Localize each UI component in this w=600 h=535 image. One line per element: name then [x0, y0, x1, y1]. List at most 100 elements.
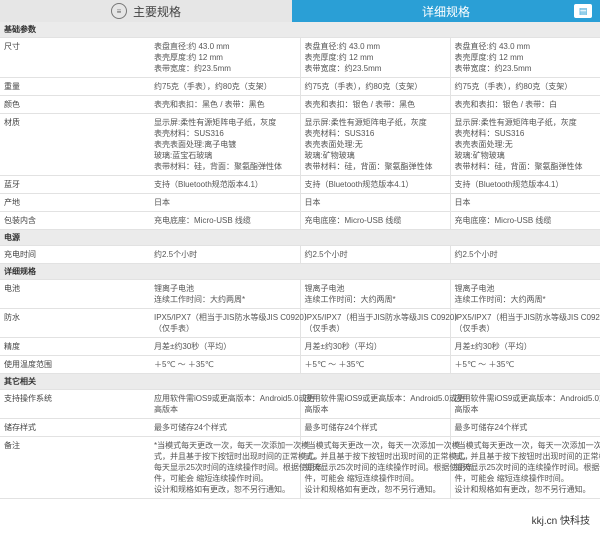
spec-value-model-2: 支持（Bluetooth规范版本4.1）	[300, 175, 451, 194]
spec-value-model-3: 支持（Bluetooth规范版本4.1）	[450, 175, 600, 194]
spec-value-line: 表壳表面处理:无	[304, 140, 363, 149]
spec-value-model-1: 表壳和表扣：黑色 / 表带：黑色	[150, 95, 301, 114]
spec-value-line: *当模式每天更改一次，每天一次添加一次模	[304, 441, 460, 450]
spec-value-line: 表壳厚度:约 12 mm	[454, 53, 524, 62]
spec-value-line: 约2.5个小时	[304, 250, 348, 259]
section-header: 其它相关	[0, 373, 600, 390]
spec-value-line: 表盘直径:约 43.0 mm	[454, 42, 531, 51]
spec-value-model-2: 最多可储存24个样式	[300, 418, 451, 437]
spec-row: 备注 *当模式每天更改一次，每天一次添加一次模 式，并且基于按下按钮时出现时间的正常…	[0, 436, 600, 499]
spec-value-model-3: 锂离子电池 连续工作时间：大约两周*	[450, 279, 600, 309]
spec-value-line: 设计和规格如有更改，恕不另行通知。	[454, 485, 591, 494]
spec-value-line: 表壳材料：SUS316	[304, 129, 375, 138]
spec-row: 尺寸 表盘直径:约 43.0 mm 表壳厚度:约 12 mm 表带宽度：约23.5mm…	[0, 37, 600, 78]
spec-value-line: 支持（Bluetooth规范版本4.1）	[304, 180, 414, 189]
spec-value-line: 锂离子电池	[454, 284, 495, 293]
spec-value-model-3: 日本	[450, 193, 600, 212]
spec-value-line: 应用软件需iOS9或更高版本：Android5.0或更	[304, 394, 465, 403]
spec-value-line: 件，可能会 缩短连续操作时间。	[154, 474, 269, 483]
spec-value-line: 约75克（手表），约80克（支架）	[154, 82, 272, 91]
spec-value-line: 式，并且基于按下按钮时出现时间的正常模式，	[454, 452, 600, 461]
tab-detail-specs[interactable]: 详细规格 ▤	[292, 0, 600, 22]
spec-value-line: 充电底座：Micro-USB 线缆	[304, 216, 402, 225]
spec-value-line: （仅手表）	[154, 324, 194, 333]
spec-label: 使用温度范围	[0, 355, 150, 374]
spec-value-model-1: IPX5/IPX7（相当于JIS防水等级JIS C0920） （仅手表）	[150, 308, 312, 338]
spec-value-model-1: 支持（Bluetooth规范版本4.1）	[150, 175, 301, 194]
tab-main-specs[interactable]: ≡ 主要规格	[0, 0, 292, 22]
spec-value-model-3: 表盘直径:约 43.0 mm 表壳厚度:约 12 mm 表带宽度：约23.5mm	[450, 37, 600, 78]
spec-value-line: 约75克（手表），约80克（支架）	[304, 82, 423, 91]
spec-value-model-3: 充电底座：Micro-USB 线缆	[450, 211, 600, 230]
section-title: 基础参数	[0, 22, 600, 38]
spec-value-line: 表壳表面处理:离子电镀	[154, 140, 237, 149]
spec-value-line: 锂离子电池	[304, 284, 345, 293]
spec-label: 备注	[0, 436, 150, 499]
spec-value-line: 表带宽度：约23.5mm	[154, 64, 231, 73]
spec-value-model-1: ＋5℃ ～ ＋35℃	[150, 355, 301, 374]
spec-row: 蓝牙 支持（Bluetooth规范版本4.1） 支持（Bluetooth规范版本4.…	[0, 175, 600, 194]
spec-value-model-2: 约2.5个小时	[300, 245, 451, 264]
spec-row: 颜色 表壳和表扣：黑色 / 表带：黑色 表壳和表扣：银色 / 表带：黑色 表壳和表扣：…	[0, 95, 600, 114]
spec-row: 材质 显示屏:柔性有源矩阵电子纸，灰度 表壳材料：SUS316 表壳表面处理:离子电镀…	[0, 113, 600, 176]
spec-value-model-2: 显示屏:柔性有源矩阵电子纸，灰度 表壳材料：SUS316 表壳表面处理:无 玻璃:矿物…	[300, 113, 451, 176]
spec-value-model-3: 最多可储存24个样式	[450, 418, 600, 437]
spec-label: 尺寸	[0, 37, 150, 78]
spec-value-model-2: 日本	[300, 193, 451, 212]
spec-value-model-2: 表盘直径:约 43.0 mm 表壳厚度:约 12 mm 表带宽度：约23.5mm	[300, 37, 451, 78]
spec-value-line: ＋5℃ ～ ＋35℃	[454, 360, 515, 369]
section-header: 电源	[0, 229, 600, 246]
spec-value-line: （仅手表）	[304, 324, 345, 333]
spec-value-line: 表带宽度：约23.5mm	[454, 64, 532, 73]
spec-value-model-2: 锂离子电池连续工作时间：大约两周*	[300, 279, 451, 309]
spec-value-line: 连续工作时间：大约两周*	[304, 295, 396, 304]
spec-row: 防水 IPX5/IPX7（相当于JIS防水等级JIS C0920） （仅手表） IPX…	[0, 308, 600, 338]
spec-value-model-3: 约75克（手表），约80克（支架）	[450, 77, 600, 96]
spec-value-line: *当模式每天更改一次，每天一次添加一次模	[154, 441, 310, 450]
spec-value-line: *当模式每天更改一次，每天一次添加一次模	[454, 441, 600, 450]
spec-label: 蓝牙	[0, 175, 150, 194]
spec-value-line: 表带材料：硅，背面：聚氨酯弹性体	[304, 162, 433, 171]
spec-value-model-2: 应用软件需iOS9或更高版本：Android5.0或更 高版本	[300, 389, 465, 419]
spec-label: 产地	[0, 193, 150, 212]
spec-value-line: 最多可储存24个样式	[454, 423, 528, 432]
spec-value-line: 表壳和表扣：黑色 / 表带：黑色	[154, 100, 265, 109]
spec-value-line: 表带材料：硅，背面：聚氨酯弹性体	[454, 162, 583, 171]
spec-value-line: 式，并且基于按下按钮时出现时间的正常模式，	[154, 452, 322, 461]
spec-value-line: 最多可储存24个样式	[154, 423, 227, 432]
spec-value-model-2: 月差±约30秒（平均）	[300, 337, 451, 356]
spec-value-model-1: 显示屏:柔性有源矩阵电子纸，灰度 表壳材料：SUS316 表壳表面处理:离子电镀 玻璃…	[150, 113, 301, 176]
spec-value-line: 玻璃:矿物玻璃	[304, 151, 355, 160]
section-header: 详细规格	[0, 263, 600, 280]
spec-row: 电池 锂离子电池 连续工作时间：大约两周* 锂离子电池 连续工作时间：大约两周* 锂离子电…	[0, 279, 600, 309]
spec-label: 颜色	[0, 95, 150, 114]
spec-value-line: 件，可能会 缩短连续操作时间。	[304, 474, 419, 483]
spec-value-model-1: 应用软件需iOS9或更高版本：Android5.0或更 高版本	[150, 389, 315, 419]
spec-value-model-2: 表壳和表扣：银色 / 表带：黑色	[300, 95, 451, 114]
spec-label: 电池	[0, 279, 150, 309]
spec-value-line: 玻璃:矿物玻璃	[454, 151, 505, 160]
spec-value-line: 表壳材料：SUS316	[154, 129, 224, 138]
spec-tabs: ≡ 主要规格 详细规格 ▤	[0, 0, 600, 22]
spec-value-line: 每天显示25次时间的连续操作时间。根据使用条	[154, 463, 323, 472]
spec-value-model-3: *当模式每天更改一次，每天一次添加一次模式，并且基于按下按钮时出现时间的正常模式…	[450, 436, 600, 499]
spec-row: 储存样式 最多可储存24个样式 最多可储存24个样式 最多可储存24个样式	[0, 418, 600, 437]
spec-label: 支持操作系统	[0, 389, 150, 419]
spec-value-line: 高版本	[454, 405, 479, 414]
spec-value-line: 日本	[454, 198, 471, 207]
spec-value-line: 玻璃:蓝宝石玻璃	[154, 151, 213, 160]
spec-value-line: 约2.5个小时	[154, 250, 198, 259]
spec-value-model-2: ＋5℃ ～ ＋35℃	[300, 355, 451, 374]
spec-value-line: 应用软件需iOS9或更高版本：Android5.0或更	[154, 394, 315, 403]
spec-label: 包装内含	[0, 211, 150, 230]
spec-value-line: 日本	[154, 198, 170, 207]
spec-value-model-3: 约2.5个小时	[450, 245, 600, 264]
spec-value-line: IPX5/IPX7（相当于JIS防水等级JIS C0920）	[304, 313, 463, 322]
spec-value-model-1: 充电底座：Micro-USB 线缆	[150, 211, 301, 230]
spec-value-line: 设计和规格如有更改，恕不另行通知。	[304, 485, 441, 494]
spec-label: 储存样式	[0, 418, 150, 437]
section-header: 基础参数	[0, 22, 600, 38]
section-title: 电源	[0, 229, 600, 246]
spec-row: 重量 约75克（手表），约80克（支架） 约75克（手表），约80克（支架） 约75克…	[0, 77, 600, 96]
spec-value-line: 表壳表面处理:无	[454, 140, 513, 149]
